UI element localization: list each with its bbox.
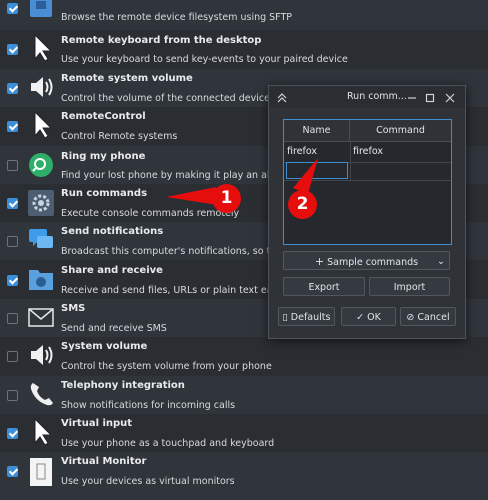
- grid-line: [284, 180, 451, 181]
- defaults-label: Defaults: [290, 312, 331, 323]
- commands-table[interactable]: Name Command firefox firefox: [283, 119, 452, 245]
- document-icon: ▯: [282, 312, 288, 323]
- plugin-title: Ring my phone: [61, 151, 146, 162]
- plugin-title: Send notifications: [61, 226, 164, 237]
- plugin-title: Virtual input: [61, 418, 133, 429]
- plugin-row-sftp[interactable]: Browse the remote device filesystem usin…: [0, 0, 488, 30]
- plugin-description: Control the system volume from your phon…: [61, 361, 272, 372]
- maximize-icon[interactable]: [423, 90, 437, 104]
- plugin-description: Use your phone as a touchpad and keyboar…: [61, 438, 275, 449]
- plugin-title: Run commands: [61, 188, 148, 199]
- plugin-row-remote-keyboard[interactable]: Remote keyboard from the desktop Use you…: [0, 30, 488, 68]
- plus-icon: +: [314, 255, 325, 268]
- plugin-row-telephony[interactable]: Telephony integration Show notifications…: [0, 376, 488, 414]
- callout-badge-2: 2: [288, 190, 317, 219]
- plugin-description: Use your keyboard to send key-events to …: [61, 54, 348, 65]
- mail-icon: [27, 302, 55, 330]
- plugin-title: System volume: [61, 341, 148, 352]
- new-row-editor[interactable]: [286, 162, 348, 179]
- cursor-icon: [27, 110, 55, 139]
- plugin-title: Share and receive: [61, 265, 163, 276]
- plugin-description: Control the volume of the connected devi…: [61, 93, 270, 104]
- callout-badge-1: 1: [212, 184, 241, 213]
- share-folder-icon: [27, 264, 55, 292]
- plugin-description: Show notifications for incoming calls: [61, 400, 236, 411]
- plugin-description: Receive and send files, URLs or plain te…: [61, 285, 289, 296]
- plugin-title: Remote keyboard from the desktop: [61, 35, 262, 46]
- column-header-name[interactable]: Name: [284, 120, 350, 142]
- close-icon[interactable]: [443, 90, 457, 104]
- ok-label: OK: [367, 312, 381, 323]
- column-header-command[interactable]: Command: [350, 120, 451, 142]
- sample-commands-label: Sample commands: [327, 257, 419, 268]
- plugin-description: Send and receive SMS: [61, 323, 167, 334]
- chat-icon: [27, 225, 55, 253]
- plugin-checkbox[interactable]: [7, 83, 18, 94]
- plugin-row-system-volume[interactable]: System volume Control the system volume …: [0, 337, 488, 375]
- plugin-checkbox[interactable]: [7, 160, 18, 171]
- gear-icon: [27, 187, 55, 216]
- defaults-button[interactable]: ▯ Defaults: [278, 307, 335, 326]
- speaker-icon: [27, 340, 55, 368]
- plugin-checkbox[interactable]: [7, 313, 18, 324]
- plugin-title: RemoteControl: [61, 111, 146, 122]
- import-button[interactable]: Import: [369, 277, 450, 296]
- plugin-title: Telephony integration: [61, 380, 185, 391]
- check-icon: ✓: [356, 312, 365, 323]
- plugin-checkbox[interactable]: [7, 198, 18, 209]
- plugin-checkbox[interactable]: [7, 44, 18, 55]
- ok-button[interactable]: ✓ OK: [341, 307, 396, 326]
- plugin-checkbox[interactable]: [7, 275, 18, 286]
- dialog-title: Run comm...: [347, 91, 407, 102]
- plugin-row-virtual-monitor[interactable]: Virtual Monitor Use your devices as virt…: [0, 452, 488, 500]
- plugin-checkbox[interactable]: [7, 390, 18, 401]
- plugin-checkbox[interactable]: [7, 121, 18, 132]
- plugin-description: Browse the remote device filesystem usin…: [61, 12, 293, 23]
- monitor-icon: [27, 455, 55, 486]
- keep-above-icon[interactable]: [275, 90, 289, 104]
- plugin-description: Use your devices as virtual monitors: [61, 476, 235, 487]
- plugin-description: Control Remote systems: [61, 131, 178, 142]
- cancel-icon: ⊘: [406, 312, 415, 323]
- search-icon: [27, 149, 55, 177]
- folder-icon: [27, 0, 55, 23]
- plugin-title: Remote system volume: [61, 73, 193, 84]
- plugin-checkbox[interactable]: [7, 236, 18, 247]
- chevron-down-icon: ⌄: [437, 256, 445, 267]
- grid-line: [350, 142, 351, 180]
- phone-icon: [27, 379, 55, 407]
- command-name-cell[interactable]: firefox: [284, 142, 350, 162]
- plugin-description: Execute console commands remotely: [61, 208, 240, 219]
- speaker-icon: [27, 72, 55, 100]
- dialog-titlebar[interactable]: Run comm...: [269, 86, 465, 108]
- cancel-button[interactable]: ⊘ Cancel: [400, 307, 456, 326]
- sample-commands-button[interactable]: + Sample commands ⌄: [283, 251, 450, 270]
- plugin-title: Virtual Monitor: [61, 456, 147, 467]
- cancel-label: Cancel: [417, 312, 450, 323]
- command-value-cell[interactable]: firefox: [350, 142, 451, 162]
- plugin-checkbox[interactable]: [7, 351, 18, 362]
- plugin-row-virtual-input[interactable]: Virtual input Use your phone as a touchp…: [0, 414, 488, 452]
- plugin-checkbox[interactable]: [7, 466, 18, 477]
- plugin-checkbox[interactable]: [7, 428, 18, 439]
- plugin-title: SMS: [61, 303, 86, 314]
- export-button[interactable]: Export: [283, 277, 365, 296]
- plugin-checkbox[interactable]: [7, 3, 18, 14]
- minimize-icon[interactable]: [405, 90, 419, 104]
- cursor-icon: [27, 417, 55, 446]
- cursor-icon: [27, 33, 55, 62]
